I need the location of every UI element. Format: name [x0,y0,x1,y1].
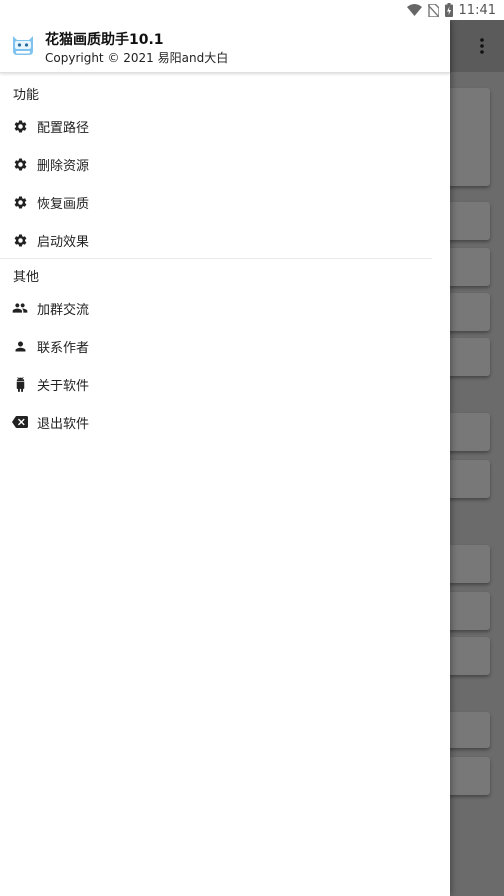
menu-item-delete-resources[interactable]: 删除资源 [0,145,450,183]
group-icon [12,300,28,316]
section-divider [0,258,432,259]
gear-icon [12,118,28,134]
status-bar: 11:41 [0,0,504,20]
menu-item-label: 配置路径 [37,120,90,136]
menu-item-launch-effect[interactable]: 启动效果 [0,221,450,259]
overflow-menu-icon [480,38,484,54]
menu-item-label: 恢复画质 [37,196,90,212]
app-title: 花猫画质助手10.1 [45,32,164,48]
gear-icon [12,156,28,172]
menu-item-contact-author[interactable]: 联系作者 [0,327,450,365]
screen: 11:41 花猫画质助手10.1 Copyright © 2021 易阳and大… [0,0,504,896]
backspace-icon [12,414,28,430]
android-icon [12,376,28,392]
app-logo-icon [10,32,36,58]
gear-icon [12,194,28,210]
drawer-header: 花猫画质助手10.1 Copyright © 2021 易阳and大白 [0,20,450,73]
menu-item-label: 退出软件 [37,416,90,432]
status-icons: 11:41 [406,2,496,18]
section-header-other: 其他 [13,270,40,285]
menu-item-about[interactable]: 关于软件 [0,365,450,403]
status-time: 11:41 [458,2,496,18]
section-header-functions: 功能 [13,88,40,103]
no-sim-icon [427,3,439,17]
menu-item-label: 关于软件 [37,378,90,394]
person-icon [12,338,28,354]
battery-charging-icon [444,3,453,17]
gear-icon [12,232,28,248]
menu-item-label: 加群交流 [37,302,90,318]
navigation-drawer: 花猫画质助手10.1 Copyright © 2021 易阳and大白 功能 配… [0,20,450,896]
menu-item-exit[interactable]: 退出软件 [0,403,450,441]
menu-item-restore-quality[interactable]: 恢复画质 [0,183,450,221]
app-copyright: Copyright © 2021 易阳and大白 [45,51,229,65]
wifi-icon [406,4,422,16]
menu-item-label: 启动效果 [37,234,90,250]
menu-item-config-path[interactable]: 配置路径 [0,107,450,145]
menu-item-join-group[interactable]: 加群交流 [0,289,450,327]
menu-item-label: 联系作者 [37,340,90,356]
menu-item-label: 删除资源 [37,158,90,174]
